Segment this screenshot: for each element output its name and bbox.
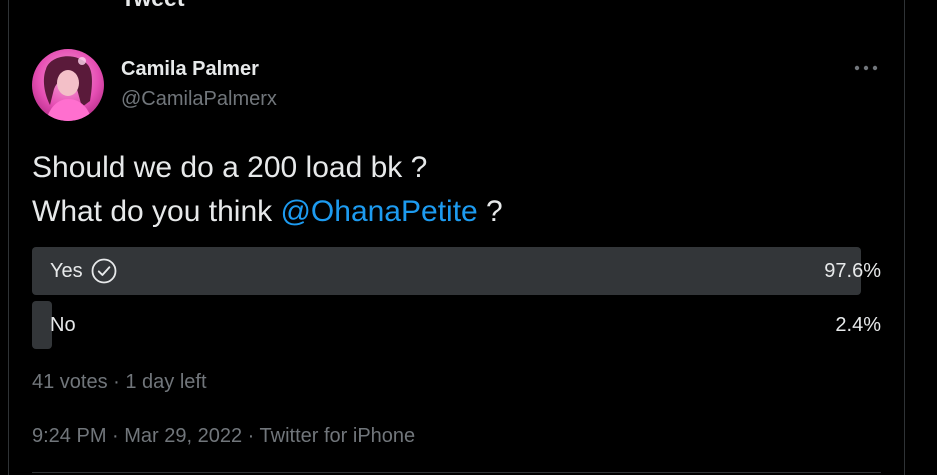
poll-option-percent: 97.6% bbox=[824, 259, 881, 282]
tweet-text-suffix: ? bbox=[477, 195, 503, 228]
author-display-name[interactable]: Camila Palmer bbox=[121, 57, 259, 81]
tweet-date-link[interactable]: Mar 29, 2022 bbox=[124, 425, 242, 447]
page-title: Tweet bbox=[121, 0, 184, 10]
poll-option-text: Yes bbox=[50, 259, 83, 282]
separator: · bbox=[242, 425, 260, 447]
tweet-text: Should we do a 200 load bk ? What do you… bbox=[32, 146, 882, 234]
tweet-source-link[interactable]: Twitter for iPhone bbox=[260, 425, 416, 447]
tweet-time-link[interactable]: 9:24 PM bbox=[32, 425, 106, 447]
tweet-timestamp: 9:24 PM · Mar 29, 2022 · Twitter for iPh… bbox=[32, 424, 415, 448]
check-circle-icon bbox=[91, 258, 117, 284]
avatar[interactable] bbox=[32, 49, 104, 121]
poll-option-text: No bbox=[50, 313, 76, 336]
poll-option-label: Yes bbox=[50, 247, 117, 295]
profile-photo-icon bbox=[32, 49, 104, 121]
tweet-text-prefix: What do you think bbox=[32, 195, 281, 228]
poll-result-bar bbox=[32, 247, 861, 295]
poll-meta: 41 votes · 1 day left bbox=[32, 371, 207, 393]
author-handle[interactable]: @CamilaPalmerx bbox=[121, 87, 277, 111]
mention-link[interactable]: @OhanaPetite bbox=[280, 195, 477, 228]
more-dots-icon bbox=[854, 65, 878, 71]
tweet-column: Tweet Camila Palmer @CamilaPalmerx bbox=[8, 0, 905, 475]
poll-option-no: No 2.4% bbox=[32, 301, 881, 349]
poll-result-bar bbox=[32, 301, 52, 349]
separator: · bbox=[106, 425, 125, 447]
tweet-text-line-2: What do you think @OhanaPetite ? bbox=[32, 190, 882, 234]
poll-option-yes: Yes 97.6% bbox=[32, 247, 881, 295]
divider bbox=[32, 472, 881, 473]
more-options-button[interactable] bbox=[851, 58, 881, 78]
tweet-text-line-1: Should we do a 200 load bk ? bbox=[32, 151, 428, 184]
poll-option-label: No bbox=[50, 301, 76, 349]
poll-option-percent: 2.4% bbox=[835, 313, 881, 336]
